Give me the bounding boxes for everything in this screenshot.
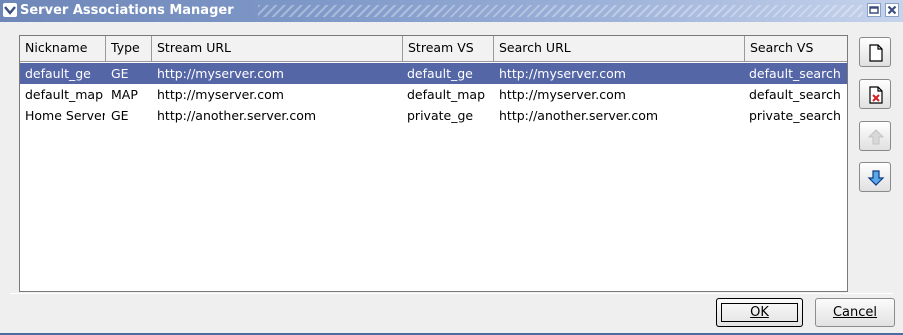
cell-stream-url: http://myserver.com [157, 87, 284, 102]
ok-button[interactable]: OK [716, 298, 803, 327]
new-association-button[interactable] [859, 37, 891, 67]
table-row[interactable]: default_map MAP http://myserver.com defa… [20, 84, 847, 105]
cell-stream-url: http://another.server.com [157, 108, 317, 123]
delete-association-button[interactable] [859, 79, 891, 109]
up-arrow-icon [867, 129, 885, 145]
move-up-button[interactable] [859, 121, 891, 151]
maximize-icon[interactable] [867, 3, 881, 17]
column-header-stream-url[interactable]: Stream URL [152, 36, 403, 61]
cancel-button-label: Cancel [832, 305, 878, 320]
new-document-icon [869, 44, 883, 62]
move-down-button[interactable] [859, 162, 891, 192]
column-header-search-vs[interactable]: Search VS [745, 36, 847, 61]
table-row[interactable]: Home Server GE http://another.server.com… [20, 105, 847, 126]
cell-search-vs: default_search [749, 87, 841, 102]
down-arrow-icon [867, 170, 885, 186]
cell-search-url: http://myserver.com [499, 66, 626, 81]
cell-nickname: Home Server [25, 108, 105, 123]
cell-type: MAP [111, 87, 138, 102]
title-bar[interactable]: Server Associations Manager [0, 0, 903, 22]
column-header-search-url[interactable]: Search URL [494, 36, 745, 61]
cell-stream-url: http://myserver.com [157, 66, 284, 81]
table-header: Nickname Type Stream URL Stream VS Searc… [20, 36, 847, 62]
server-associations-window: Server Associations Manager Nickname Typ… [0, 0, 903, 335]
cell-search-url: http://another.server.com [499, 108, 659, 123]
server-associations-table[interactable]: Nickname Type Stream URL Stream VS Searc… [19, 35, 848, 292]
window-menu-icon[interactable] [3, 3, 17, 17]
cell-nickname: default_ge [25, 66, 91, 81]
cell-type: GE [111, 108, 129, 123]
close-icon[interactable] [885, 3, 899, 17]
cell-stream-vs: default_map [407, 87, 486, 102]
separator [10, 293, 893, 294]
delete-document-icon [869, 86, 883, 104]
cell-search-vs: private_search [749, 108, 841, 123]
title-bar-texture [258, 5, 863, 17]
column-header-stream-vs[interactable]: Stream VS [403, 36, 494, 61]
column-header-type[interactable]: Type [106, 36, 152, 61]
cell-stream-vs: private_ge [407, 108, 474, 123]
cell-type: GE [111, 66, 129, 81]
cell-search-vs: default_search [749, 66, 841, 81]
column-header-nickname[interactable]: Nickname [20, 36, 106, 61]
table-row[interactable]: default_ge GE http://myserver.com defaul… [20, 63, 847, 84]
window-title: Server Associations Manager [20, 3, 234, 18]
focus-indicator [721, 303, 798, 322]
cell-search-url: http://myserver.com [499, 87, 626, 102]
cell-stream-vs: default_ge [407, 66, 473, 81]
cancel-button[interactable]: Cancel [815, 298, 895, 327]
cell-nickname: default_map [25, 87, 104, 102]
